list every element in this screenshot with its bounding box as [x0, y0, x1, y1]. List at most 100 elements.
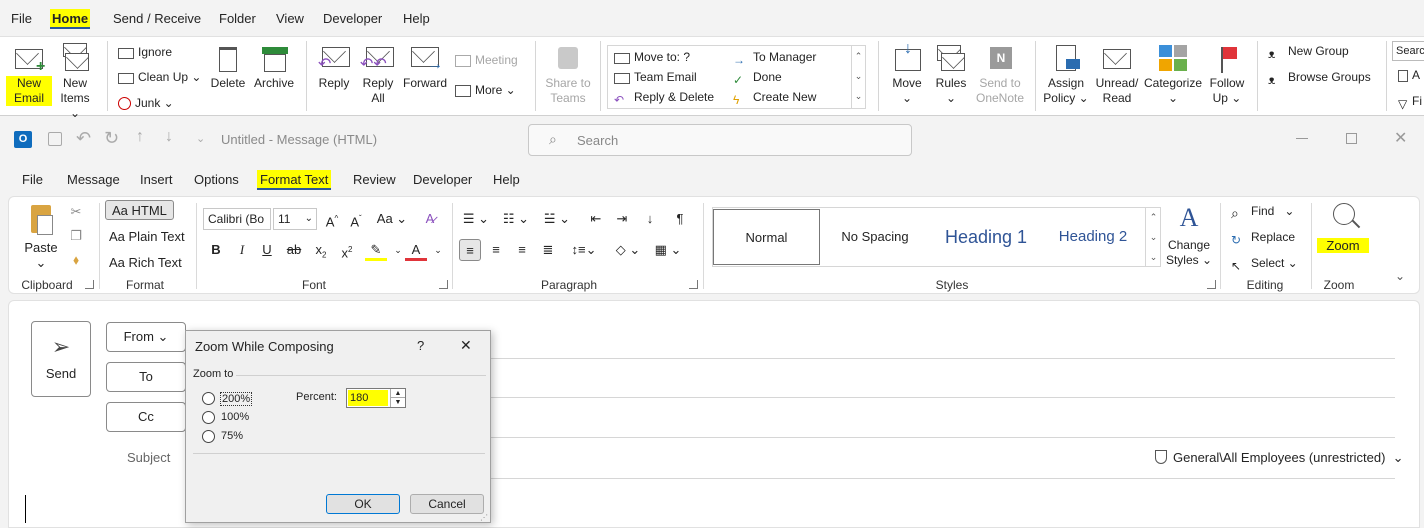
search-box[interactable]: ⌕ Search	[528, 124, 912, 156]
quick-step-done[interactable]: ✓ Done	[733, 68, 782, 87]
style-normal[interactable]: Normal	[713, 209, 820, 265]
archive-button[interactable]: Archive	[252, 43, 296, 91]
to-button[interactable]: To	[106, 362, 186, 392]
copy-icon[interactable]: ❐	[65, 225, 87, 247]
tab-home[interactable]: Home	[50, 9, 91, 29]
follow-up-button[interactable]: Follow Up ⌄	[1206, 43, 1248, 106]
cancel-button[interactable]: Cancel	[410, 494, 484, 514]
minimize-button[interactable]	[1296, 138, 1308, 139]
style-no-spacing[interactable]: No Spacing	[821, 209, 929, 265]
multilevel-list-icon[interactable]: ☱ ⌄	[539, 208, 575, 230]
msg-tab-insert[interactable]: Insert	[137, 170, 176, 190]
align-center-icon[interactable]: ≡	[485, 239, 507, 261]
reply-all-button[interactable]: ↶↶ Reply All	[358, 43, 398, 106]
more-respond-button[interactable]: More ⌄	[455, 81, 516, 99]
reply-button[interactable]: ↶ Reply	[314, 43, 354, 91]
radio-100[interactable]	[202, 411, 215, 424]
replace-button[interactable]: ↻ Replace	[1231, 228, 1295, 247]
msg-tab-format-text[interactable]: Format Text	[257, 170, 332, 190]
unread-read-button[interactable]: Unread/Read	[1094, 43, 1140, 106]
find-button[interactable]: ⌕ Find ⌄	[1231, 202, 1294, 221]
cc-button[interactable]: Cc	[106, 402, 186, 432]
increase-indent-icon[interactable]: ⇥	[611, 208, 633, 230]
new-items-button[interactable]: New Items ⌄	[54, 43, 96, 121]
clipboard-launcher[interactable]	[85, 280, 94, 289]
strikethrough-icon[interactable]: ab	[283, 239, 305, 261]
format-plain-text-button[interactable]: Aa Plain Text	[109, 227, 185, 247]
subscript-icon[interactable]: x2	[310, 239, 332, 261]
customize-qat-icon[interactable]: ⌄	[196, 132, 205, 145]
format-painter-icon[interactable]: ⬧	[65, 249, 87, 271]
collapse-ribbon-icon[interactable]: ⌄	[1395, 269, 1405, 283]
tab-send-receive[interactable]: Send / Receive	[111, 9, 203, 29]
percent-input[interactable]: 180	[348, 390, 388, 406]
send-to-onenote-button[interactable]: N Send to OneNote	[974, 43, 1026, 106]
clear-formatting-icon[interactable]: A̷	[419, 208, 441, 230]
msg-tab-file[interactable]: File	[19, 170, 46, 190]
dialog-help-button[interactable]: ?	[417, 338, 424, 353]
previous-item-icon[interactable]: ↑	[136, 128, 144, 146]
search-people-input[interactable]: Searc	[1392, 41, 1424, 61]
send-button[interactable]: ➢ Send	[31, 321, 91, 397]
borders-icon[interactable]: ▦ ⌄	[651, 239, 685, 261]
show-hide-icon[interactable]: ¶	[669, 208, 691, 230]
maximize-button[interactable]	[1346, 133, 1357, 144]
shrink-font-icon[interactable]: Aˇ	[345, 208, 367, 230]
meeting-button[interactable]: Meeting	[455, 51, 518, 69]
filter-email-button[interactable]: ▽ Fi	[1398, 92, 1422, 111]
categorize-button[interactable]: Categorize ⌄	[1142, 43, 1204, 106]
ok-button[interactable]: OK	[326, 494, 400, 514]
tab-developer[interactable]: Developer	[321, 9, 384, 29]
select-button[interactable]: ↖ Select ⌄	[1231, 254, 1298, 273]
superscript-icon[interactable]: x2	[336, 239, 358, 261]
move-button[interactable]: ↓ Move ⌄	[886, 41, 928, 106]
next-item-icon[interactable]: ↓	[165, 128, 173, 146]
bold-icon[interactable]: B	[205, 239, 227, 261]
underline-icon[interactable]: U	[256, 239, 278, 261]
style-heading-1[interactable]: Heading 1	[929, 209, 1043, 265]
quick-step-to-manager[interactable]: → To Manager	[733, 48, 816, 67]
address-book-button[interactable]: A	[1398, 66, 1420, 84]
clean-up-button[interactable]: Clean Up ⌄	[118, 68, 201, 86]
new-email-button[interactable]: + New Email	[6, 43, 52, 106]
msg-tab-options[interactable]: Options	[191, 170, 242, 190]
spin-down-icon[interactable]: ▼	[390, 398, 405, 407]
dialog-close-button[interactable]: ✕	[460, 337, 472, 354]
quick-step-create-new[interactable]: ϟ Create New	[733, 88, 816, 107]
quick-steps-scroll[interactable]: ⌃ ⌄ ⌄	[851, 46, 865, 108]
grow-font-icon[interactable]: A^	[321, 208, 343, 230]
format-html-button[interactable]: Aa HTML	[105, 200, 174, 220]
quick-step-reply-delete[interactable]: ↶ Reply & Delete	[614, 88, 714, 107]
italic-icon[interactable]: I	[231, 239, 253, 261]
close-window-button[interactable]: ✕	[1394, 128, 1407, 148]
font-name-dropdown[interactable]: Calibri (Bo	[203, 208, 271, 230]
radio-200[interactable]	[202, 392, 215, 405]
share-to-teams-button[interactable]: Share to Teams	[542, 43, 594, 106]
line-spacing-icon[interactable]: ↕≡⌄	[567, 239, 601, 261]
shading-icon[interactable]: ◇ ⌄	[611, 239, 645, 261]
browse-groups-button[interactable]: ᴥ Browse Groups	[1268, 68, 1371, 87]
delete-button[interactable]: Delete	[208, 43, 248, 91]
paragraph-launcher[interactable]	[689, 280, 698, 289]
font-launcher[interactable]	[439, 280, 448, 289]
tab-file[interactable]: File	[9, 9, 34, 29]
zoom-button[interactable]: Zoom	[1317, 201, 1369, 253]
percent-spinner[interactable]: 180 ▲ ▼	[346, 388, 406, 408]
junk-button[interactable]: Junk ⌄	[118, 94, 174, 112]
decrease-indent-icon[interactable]: ⇤	[585, 208, 607, 230]
from-button[interactable]: From ⌄	[106, 322, 186, 352]
sensitivity-label-button[interactable]: General\All Employees (unrestricted) ⌄	[1155, 450, 1404, 466]
highlight-color-icon[interactable]: ✎	[365, 239, 387, 261]
msg-tab-help[interactable]: Help	[490, 170, 523, 190]
bullets-icon[interactable]: ☰ ⌄	[459, 208, 493, 230]
justify-icon[interactable]: ≣	[537, 239, 559, 261]
msg-tab-developer[interactable]: Developer	[410, 170, 475, 190]
format-rich-text-button[interactable]: Aa Rich Text	[109, 253, 182, 273]
new-group-button[interactable]: ᴥ New Group	[1268, 42, 1349, 61]
numbering-icon[interactable]: ☷ ⌄	[499, 208, 533, 230]
sort-icon[interactable]: ↓	[639, 208, 661, 230]
change-styles-button[interactable]: A Change Styles ⌄	[1165, 201, 1213, 268]
ignore-button[interactable]: Ignore	[118, 43, 172, 61]
redo-icon[interactable]: ↻	[104, 128, 119, 149]
paste-button[interactable]: Paste ⌄	[21, 203, 61, 270]
